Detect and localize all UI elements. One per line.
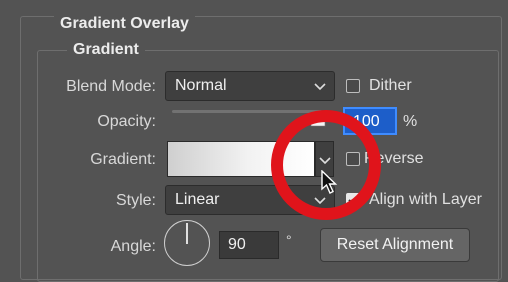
section-title: Gradient Overlay bbox=[54, 14, 195, 34]
angle-input[interactable]: 90 bbox=[219, 231, 279, 259]
angle-unit: ° bbox=[286, 232, 292, 248]
opacity-label: Opacity: bbox=[97, 113, 156, 130]
gradient-label: Gradient: bbox=[90, 151, 156, 168]
style-value: Linear bbox=[175, 191, 220, 208]
blend-mode-select[interactable]: Normal bbox=[165, 71, 335, 101]
angle-dial-needle bbox=[186, 223, 188, 244]
subsection-title: Gradient bbox=[67, 40, 145, 60]
reset-alignment-button[interactable]: Reset Alignment bbox=[320, 228, 470, 262]
angle-dial-icon[interactable] bbox=[164, 220, 210, 266]
align-with-layer-checkbox[interactable] bbox=[346, 193, 360, 207]
reverse-checkbox[interactable] bbox=[346, 152, 360, 166]
slider-thumb-icon[interactable] bbox=[309, 113, 327, 132]
gradient-preview[interactable] bbox=[167, 141, 315, 177]
style-select[interactable]: Linear bbox=[165, 185, 335, 215]
opacity-unit: % bbox=[403, 113, 418, 130]
dither-checkbox[interactable] bbox=[346, 79, 360, 93]
opacity-slider-track[interactable] bbox=[172, 110, 322, 113]
align-with-layer-label: Align with Layer bbox=[369, 191, 482, 208]
dither-label: Dither bbox=[369, 77, 412, 94]
opacity-input[interactable]: 100 bbox=[343, 107, 397, 135]
style-label: Style: bbox=[115, 192, 156, 209]
blend-mode-value: Normal bbox=[175, 77, 227, 94]
blend-mode-label: Blend Mode: bbox=[66, 78, 156, 95]
reverse-label: Reverse bbox=[364, 150, 424, 167]
checkmark-icon bbox=[347, 193, 360, 211]
chevron-down-icon bbox=[313, 76, 327, 101]
mouse-pointer-icon bbox=[321, 169, 339, 201]
angle-label: Angle: bbox=[110, 238, 156, 255]
